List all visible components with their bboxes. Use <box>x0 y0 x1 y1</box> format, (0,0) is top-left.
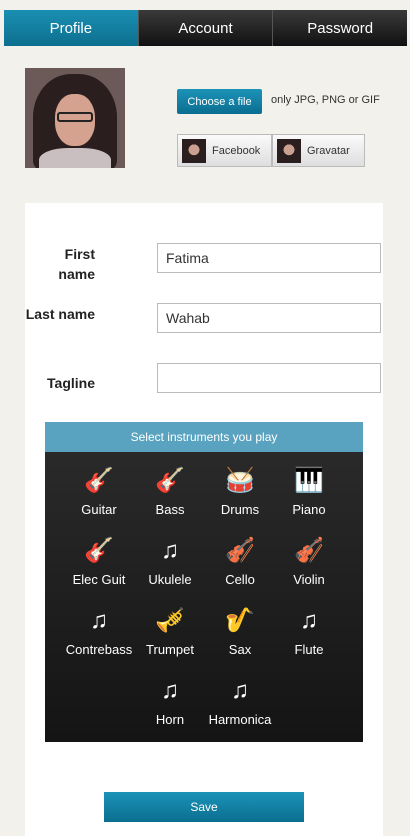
instrument-harmonica[interactable]: ♫ Harmonica <box>205 676 275 727</box>
instrument-selector: Select instruments you play 🎸 Guitar 🎸 B… <box>45 422 363 742</box>
instrument-ukulele[interactable]: ♫ Ukulele <box>135 536 205 587</box>
music-note-icon: ♫ <box>161 537 179 564</box>
avatar <box>25 68 125 168</box>
facebook-avatar-thumbnail <box>182 138 206 163</box>
gravatar-avatar-thumbnail <box>277 138 301 163</box>
instrument-label: Elec Guit <box>72 572 126 587</box>
last-name-field[interactable] <box>157 303 381 333</box>
tagline-label: Tagline <box>47 375 95 391</box>
piano-icon: 🎹 <box>294 467 324 494</box>
instrument-flute[interactable]: ♫ Flute <box>274 606 344 657</box>
instrument-elec-guit[interactable]: 🎸 Elec Guit <box>64 536 134 587</box>
instrument-label: Piano <box>292 502 326 517</box>
cello-icon: 🎻 <box>225 537 255 564</box>
instrument-guitar[interactable]: 🎸 Guitar <box>64 466 134 517</box>
bass-icon: 🎸 <box>155 467 185 494</box>
instrument-label: Drums <box>220 502 260 517</box>
drums-icon: 🥁 <box>225 467 255 494</box>
tab-password[interactable]: Password <box>273 10 408 46</box>
gravatar-photo-button[interactable]: Gravatar <box>272 134 365 167</box>
instrument-label: Ukulele <box>148 572 192 587</box>
first-name-field[interactable] <box>157 243 381 273</box>
facebook-label: Facebook <box>212 144 261 157</box>
instrument-label: Cello <box>225 572 255 587</box>
instrument-label: Bass <box>155 502 185 517</box>
electric-guitar-icon: 🎸 <box>84 537 114 564</box>
instrument-label: Harmonica <box>208 712 272 727</box>
instrument-label: Sax <box>228 642 252 657</box>
instrument-selector-header: Select instruments you play <box>45 422 363 452</box>
instrument-cello[interactable]: 🎻 Cello <box>205 536 275 587</box>
instrument-label: Flute <box>294 642 324 657</box>
instrument-bass[interactable]: 🎸 Bass <box>135 466 205 517</box>
instrument-sax[interactable]: 🎷 Sax <box>205 606 275 657</box>
instrument-label: Guitar <box>81 502 117 517</box>
choose-file-button[interactable]: Choose a file <box>177 89 262 114</box>
trumpet-icon: 🎺 <box>155 607 185 634</box>
instrument-trumpet[interactable]: 🎺 Trumpet <box>135 606 205 657</box>
instrument-label: Contrebass <box>65 642 133 657</box>
instrument-label: Violin <box>293 572 325 587</box>
facebook-photo-button[interactable]: Facebook <box>177 134 272 167</box>
file-type-hint: only JPG, PNG or GIF <box>271 94 380 106</box>
saxophone-icon: 🎷 <box>225 607 255 634</box>
last-name-label: Last name <box>25 306 95 322</box>
tab-profile[interactable]: Profile <box>4 10 139 46</box>
profile-tabs: Profile Account Password <box>4 10 408 46</box>
violin-icon: 🎻 <box>294 537 324 564</box>
instrument-label: Trumpet <box>146 642 194 657</box>
tab-account[interactable]: Account <box>138 10 274 46</box>
music-note-icon: ♫ <box>90 607 108 634</box>
instrument-drums[interactable]: 🥁 Drums <box>205 466 275 517</box>
music-note-icon: ♫ <box>300 607 318 634</box>
first-name-label: First name <box>58 246 95 282</box>
tagline-field[interactable] <box>157 363 381 393</box>
instrument-label: Horn <box>155 712 185 727</box>
music-note-icon: ♫ <box>161 677 179 704</box>
instrument-contrebass[interactable]: ♫ Contrebass <box>64 606 134 657</box>
gravatar-label: Gravatar <box>307 144 350 157</box>
save-button[interactable]: Save <box>104 792 304 822</box>
instrument-piano[interactable]: 🎹 Piano <box>274 466 344 517</box>
music-note-icon: ♫ <box>231 677 249 704</box>
instrument-horn[interactable]: ♫ Horn <box>135 676 205 727</box>
instrument-violin[interactable]: 🎻 Violin <box>274 536 344 587</box>
guitar-icon: 🎸 <box>84 467 114 494</box>
